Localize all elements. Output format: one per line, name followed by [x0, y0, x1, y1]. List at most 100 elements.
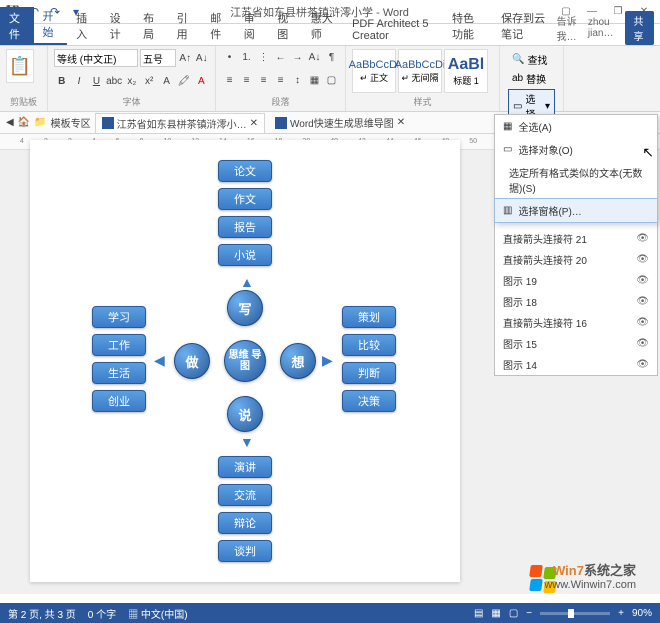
- eye-icon[interactable]: 👁: [636, 233, 649, 244]
- doc-tab-2[interactable]: Word快速生成思维导图✕: [269, 113, 411, 132]
- view-web-icon[interactable]: ▢: [509, 608, 518, 619]
- template-area[interactable]: 模板专区: [51, 115, 91, 130]
- status-words[interactable]: 0 个字: [88, 606, 116, 621]
- style-nospacing[interactable]: AaBbCcDi ↵ 无间隔: [398, 49, 442, 93]
- node-bottom-3[interactable]: 辩论: [218, 512, 272, 534]
- line-spacing-icon[interactable]: ↕: [290, 72, 305, 88]
- close-tab-icon[interactable]: ✕: [250, 118, 258, 129]
- node-left-1[interactable]: 学习: [92, 306, 146, 328]
- tab-design[interactable]: 设计: [101, 7, 135, 45]
- tab-home[interactable]: 开始: [34, 5, 68, 45]
- shrink-font-icon[interactable]: A↓: [195, 50, 210, 66]
- shading-icon[interactable]: ▦: [307, 72, 322, 88]
- node-left-3[interactable]: 生活: [92, 362, 146, 384]
- sort-icon[interactable]: A↓: [307, 49, 322, 65]
- zoom-out-icon[interactable]: −: [526, 608, 532, 619]
- strike-button[interactable]: abc: [106, 73, 122, 89]
- bullets-icon[interactable]: •: [222, 49, 237, 65]
- eye-icon[interactable]: 👁: [636, 338, 649, 349]
- tab-special[interactable]: 特色功能: [443, 7, 492, 45]
- node-top-4[interactable]: 小说: [218, 244, 272, 266]
- status-lang[interactable]: ▦ 中文(中国): [128, 606, 187, 621]
- user-name[interactable]: zhou jian…: [588, 17, 620, 39]
- node-bottom-2[interactable]: 交流: [218, 484, 272, 506]
- show-marks-icon[interactable]: ¶: [324, 49, 339, 65]
- view-read-icon[interactable]: ▤: [474, 608, 483, 619]
- highlight-icon[interactable]: 🖍: [176, 73, 191, 89]
- tab-file[interactable]: 文件: [0, 7, 34, 45]
- share-button[interactable]: 共享: [625, 11, 654, 45]
- view-print-icon[interactable]: ▦: [491, 608, 500, 619]
- tab-layout[interactable]: 布局: [134, 7, 168, 45]
- text-effects-icon[interactable]: A: [159, 73, 174, 89]
- menu-select-similar[interactable]: 选定所有格式类似的文本(无数据)(S): [495, 161, 657, 199]
- nav-back-icon[interactable]: ◀: [6, 117, 14, 128]
- selection-item[interactable]: 图示 18👁: [495, 291, 657, 312]
- home-icon[interactable]: 🏠: [18, 117, 30, 128]
- selection-item[interactable]: 直接箭头连接符 16👁: [495, 312, 657, 333]
- menu-select-all[interactable]: ▦全选(A): [495, 115, 657, 138]
- selection-item[interactable]: 图示 15👁: [495, 333, 657, 354]
- eye-icon[interactable]: 👁: [636, 359, 649, 370]
- node-top[interactable]: 写: [227, 290, 263, 326]
- subscript-button[interactable]: x₂: [124, 73, 139, 89]
- numbering-icon[interactable]: 1.: [239, 49, 254, 65]
- zoom-level[interactable]: 90%: [632, 608, 652, 619]
- tell-me[interactable]: 告诉我…: [557, 13, 582, 43]
- node-left-2[interactable]: 工作: [92, 334, 146, 356]
- tab-huimaster[interactable]: 惠大师: [302, 7, 343, 45]
- node-right-4[interactable]: 决策: [342, 390, 396, 412]
- tab-cloud[interactable]: 保存到云笔记: [492, 7, 557, 45]
- tab-view[interactable]: 视图: [268, 7, 302, 45]
- node-bottom-1[interactable]: 演讲: [218, 456, 272, 478]
- doc-tab-1[interactable]: 江苏省如东县栟茶镇浒澪小…✕: [95, 113, 265, 133]
- node-top-3[interactable]: 报告: [218, 216, 272, 238]
- replace-button[interactable]: ab替换: [508, 70, 555, 87]
- style-heading1[interactable]: AaBl 标题 1: [444, 49, 488, 93]
- folder-icon[interactable]: 📁: [34, 117, 46, 128]
- italic-button[interactable]: I: [71, 73, 86, 89]
- node-left[interactable]: 做: [174, 343, 210, 379]
- bold-button[interactable]: B: [54, 73, 69, 89]
- tab-mail[interactable]: 邮件: [201, 7, 235, 45]
- font-name-select[interactable]: [54, 49, 138, 67]
- eye-icon[interactable]: 👁: [636, 317, 649, 328]
- indent-dec-icon[interactable]: ←: [273, 49, 288, 65]
- node-right-1[interactable]: 策划: [342, 306, 396, 328]
- paste-button[interactable]: 📋: [6, 49, 34, 83]
- superscript-button[interactable]: x²: [142, 73, 157, 89]
- borders-icon[interactable]: ▢: [324, 72, 339, 88]
- selection-item[interactable]: 图示 14👁: [495, 354, 657, 375]
- multilevel-icon[interactable]: ⋮: [256, 49, 271, 65]
- align-right-icon[interactable]: ≡: [256, 72, 271, 88]
- status-page[interactable]: 第 2 页, 共 3 页: [8, 606, 76, 621]
- zoom-in-icon[interactable]: +: [618, 608, 624, 619]
- menu-select-objects[interactable]: ▭选择对象(O): [495, 138, 657, 161]
- node-center[interactable]: 思维 导图: [224, 340, 266, 382]
- style-normal[interactable]: AaBbCcDi ↵ 正文: [352, 49, 396, 93]
- tab-review[interactable]: 审阅: [235, 7, 269, 45]
- node-bottom-4[interactable]: 谈判: [218, 540, 272, 562]
- tab-pdf[interactable]: PDF Architect 5 Creator: [343, 15, 443, 45]
- underline-button[interactable]: U: [89, 73, 104, 89]
- node-right-3[interactable]: 判断: [342, 362, 396, 384]
- node-right-2[interactable]: 比较: [342, 334, 396, 356]
- selection-item[interactable]: 直接箭头连接符 20👁: [495, 249, 657, 270]
- align-left-icon[interactable]: ≡: [222, 72, 237, 88]
- eye-icon[interactable]: 👁: [636, 254, 649, 265]
- node-right[interactable]: 想: [280, 343, 316, 379]
- align-center-icon[interactable]: ≡: [239, 72, 254, 88]
- tab-references[interactable]: 引用: [168, 7, 202, 45]
- close-tab-icon[interactable]: ✕: [397, 117, 405, 128]
- node-bottom[interactable]: 说: [227, 396, 263, 432]
- font-color-icon[interactable]: A: [194, 73, 209, 89]
- document-page[interactable]: 思维 导图 写 说 做 想 ▲ ▼ ◀ ▶ 论文 作文 报告 小说 策划 比较 …: [30, 140, 460, 582]
- zoom-slider[interactable]: [540, 612, 610, 615]
- grow-font-icon[interactable]: A↑: [178, 50, 193, 66]
- tab-insert[interactable]: 插入: [67, 7, 101, 45]
- node-left-4[interactable]: 创业: [92, 390, 146, 412]
- selection-item[interactable]: 直接箭头连接符 21👁: [495, 228, 657, 249]
- eye-icon[interactable]: 👁: [636, 296, 649, 307]
- node-top-1[interactable]: 论文: [218, 160, 272, 182]
- indent-inc-icon[interactable]: →: [290, 49, 305, 65]
